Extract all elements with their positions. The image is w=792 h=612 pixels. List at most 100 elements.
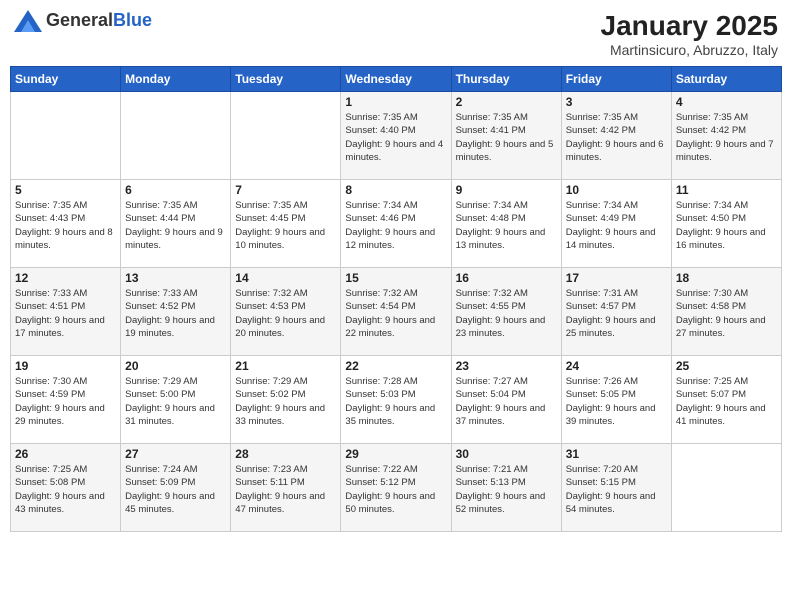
sunrise-text: Sunrise: 7:35 AM [676, 112, 748, 123]
table-row: 5 Sunrise: 7:35 AM Sunset: 4:43 PM Dayli… [11, 180, 121, 268]
cell-info: Sunrise: 7:28 AM Sunset: 5:03 PM Dayligh… [345, 375, 446, 428]
sunrise-text: Sunrise: 7:29 AM [125, 376, 197, 387]
table-row: 20 Sunrise: 7:29 AM Sunset: 5:00 PM Dayl… [121, 356, 231, 444]
sunrise-text: Sunrise: 7:35 AM [235, 200, 307, 211]
header-tuesday: Tuesday [231, 67, 341, 92]
cell-info: Sunrise: 7:34 AM Sunset: 4:49 PM Dayligh… [566, 199, 667, 252]
sunrise-text: Sunrise: 7:25 AM [676, 376, 748, 387]
logo-icon [14, 10, 42, 32]
sunset-text: Sunset: 5:09 PM [125, 477, 195, 488]
table-row: 24 Sunrise: 7:26 AM Sunset: 5:05 PM Dayl… [561, 356, 671, 444]
sunrise-text: Sunrise: 7:34 AM [456, 200, 528, 211]
table-row: 8 Sunrise: 7:34 AM Sunset: 4:46 PM Dayli… [341, 180, 451, 268]
table-row: 3 Sunrise: 7:35 AM Sunset: 4:42 PM Dayli… [561, 92, 671, 180]
sunrise-text: Sunrise: 7:35 AM [566, 112, 638, 123]
sunset-text: Sunset: 4:41 PM [456, 125, 526, 136]
day-number: 1 [345, 95, 446, 109]
cell-info: Sunrise: 7:29 AM Sunset: 5:02 PM Dayligh… [235, 375, 336, 428]
cell-info: Sunrise: 7:30 AM Sunset: 4:59 PM Dayligh… [15, 375, 116, 428]
sunrise-text: Sunrise: 7:35 AM [15, 200, 87, 211]
sunset-text: Sunset: 5:12 PM [345, 477, 415, 488]
sunrise-text: Sunrise: 7:35 AM [125, 200, 197, 211]
day-number: 28 [235, 447, 336, 461]
header-saturday: Saturday [671, 67, 781, 92]
calendar-week-row: 5 Sunrise: 7:35 AM Sunset: 4:43 PM Dayli… [11, 180, 782, 268]
table-row: 31 Sunrise: 7:20 AM Sunset: 5:15 PM Dayl… [561, 444, 671, 532]
table-row [671, 444, 781, 532]
sunrise-text: Sunrise: 7:33 AM [15, 288, 87, 299]
sunset-text: Sunset: 5:15 PM [566, 477, 636, 488]
sunset-text: Sunset: 4:52 PM [125, 301, 195, 312]
daylight-text: Daylight: 9 hours and 47 minutes. [235, 491, 325, 515]
sunrise-text: Sunrise: 7:32 AM [456, 288, 528, 299]
calendar-week-row: 1 Sunrise: 7:35 AM Sunset: 4:40 PM Dayli… [11, 92, 782, 180]
day-number: 25 [676, 359, 777, 373]
sunset-text: Sunset: 5:07 PM [676, 389, 746, 400]
cell-info: Sunrise: 7:32 AM Sunset: 4:55 PM Dayligh… [456, 287, 557, 340]
day-number: 31 [566, 447, 667, 461]
sunset-text: Sunset: 4:43 PM [15, 213, 85, 224]
daylight-text: Daylight: 9 hours and 16 minutes. [676, 227, 766, 251]
daylight-text: Daylight: 9 hours and 14 minutes. [566, 227, 656, 251]
header-friday: Friday [561, 67, 671, 92]
day-number: 5 [15, 183, 116, 197]
day-number: 22 [345, 359, 446, 373]
cell-info: Sunrise: 7:33 AM Sunset: 4:52 PM Dayligh… [125, 287, 226, 340]
sunset-text: Sunset: 4:42 PM [676, 125, 746, 136]
sunset-text: Sunset: 5:08 PM [15, 477, 85, 488]
cell-info: Sunrise: 7:31 AM Sunset: 4:57 PM Dayligh… [566, 287, 667, 340]
day-number: 23 [456, 359, 557, 373]
sunset-text: Sunset: 4:58 PM [676, 301, 746, 312]
daylight-text: Daylight: 9 hours and 5 minutes. [456, 139, 554, 163]
day-number: 15 [345, 271, 446, 285]
cell-info: Sunrise: 7:30 AM Sunset: 4:58 PM Dayligh… [676, 287, 777, 340]
daylight-text: Daylight: 9 hours and 9 minutes. [125, 227, 223, 251]
day-number: 24 [566, 359, 667, 373]
day-number: 6 [125, 183, 226, 197]
calendar-title: January 2025 [601, 10, 778, 42]
daylight-text: Daylight: 9 hours and 7 minutes. [676, 139, 774, 163]
sunset-text: Sunset: 4:51 PM [15, 301, 85, 312]
cell-info: Sunrise: 7:22 AM Sunset: 5:12 PM Dayligh… [345, 463, 446, 516]
sunset-text: Sunset: 5:00 PM [125, 389, 195, 400]
sunrise-text: Sunrise: 7:22 AM [345, 464, 417, 475]
daylight-text: Daylight: 9 hours and 43 minutes. [15, 491, 105, 515]
table-row: 4 Sunrise: 7:35 AM Sunset: 4:42 PM Dayli… [671, 92, 781, 180]
cell-info: Sunrise: 7:32 AM Sunset: 4:53 PM Dayligh… [235, 287, 336, 340]
sunset-text: Sunset: 4:42 PM [566, 125, 636, 136]
daylight-text: Daylight: 9 hours and 20 minutes. [235, 315, 325, 339]
cell-info: Sunrise: 7:35 AM Sunset: 4:43 PM Dayligh… [15, 199, 116, 252]
daylight-text: Daylight: 9 hours and 52 minutes. [456, 491, 546, 515]
day-number: 21 [235, 359, 336, 373]
cell-info: Sunrise: 7:21 AM Sunset: 5:13 PM Dayligh… [456, 463, 557, 516]
table-row: 27 Sunrise: 7:24 AM Sunset: 5:09 PM Dayl… [121, 444, 231, 532]
table-row: 10 Sunrise: 7:34 AM Sunset: 4:49 PM Dayl… [561, 180, 671, 268]
day-number: 7 [235, 183, 336, 197]
cell-info: Sunrise: 7:34 AM Sunset: 4:48 PM Dayligh… [456, 199, 557, 252]
sunrise-text: Sunrise: 7:34 AM [676, 200, 748, 211]
table-row: 30 Sunrise: 7:21 AM Sunset: 5:13 PM Dayl… [451, 444, 561, 532]
sunrise-text: Sunrise: 7:35 AM [345, 112, 417, 123]
cell-info: Sunrise: 7:35 AM Sunset: 4:40 PM Dayligh… [345, 111, 446, 164]
daylight-text: Daylight: 9 hours and 12 minutes. [345, 227, 435, 251]
day-number: 26 [15, 447, 116, 461]
daylight-text: Daylight: 9 hours and 19 minutes. [125, 315, 215, 339]
table-row: 13 Sunrise: 7:33 AM Sunset: 4:52 PM Dayl… [121, 268, 231, 356]
day-number: 11 [676, 183, 777, 197]
table-row: 19 Sunrise: 7:30 AM Sunset: 4:59 PM Dayl… [11, 356, 121, 444]
sunset-text: Sunset: 4:48 PM [456, 213, 526, 224]
daylight-text: Daylight: 9 hours and 35 minutes. [345, 403, 435, 427]
calendar-week-row: 19 Sunrise: 7:30 AM Sunset: 4:59 PM Dayl… [11, 356, 782, 444]
daylight-text: Daylight: 9 hours and 23 minutes. [456, 315, 546, 339]
day-number: 12 [15, 271, 116, 285]
sunset-text: Sunset: 4:57 PM [566, 301, 636, 312]
sunset-text: Sunset: 4:44 PM [125, 213, 195, 224]
header-monday: Monday [121, 67, 231, 92]
cell-info: Sunrise: 7:32 AM Sunset: 4:54 PM Dayligh… [345, 287, 446, 340]
table-row [231, 92, 341, 180]
day-number: 18 [676, 271, 777, 285]
table-row: 15 Sunrise: 7:32 AM Sunset: 4:54 PM Dayl… [341, 268, 451, 356]
day-number: 19 [15, 359, 116, 373]
sunrise-text: Sunrise: 7:35 AM [456, 112, 528, 123]
header-thursday: Thursday [451, 67, 561, 92]
